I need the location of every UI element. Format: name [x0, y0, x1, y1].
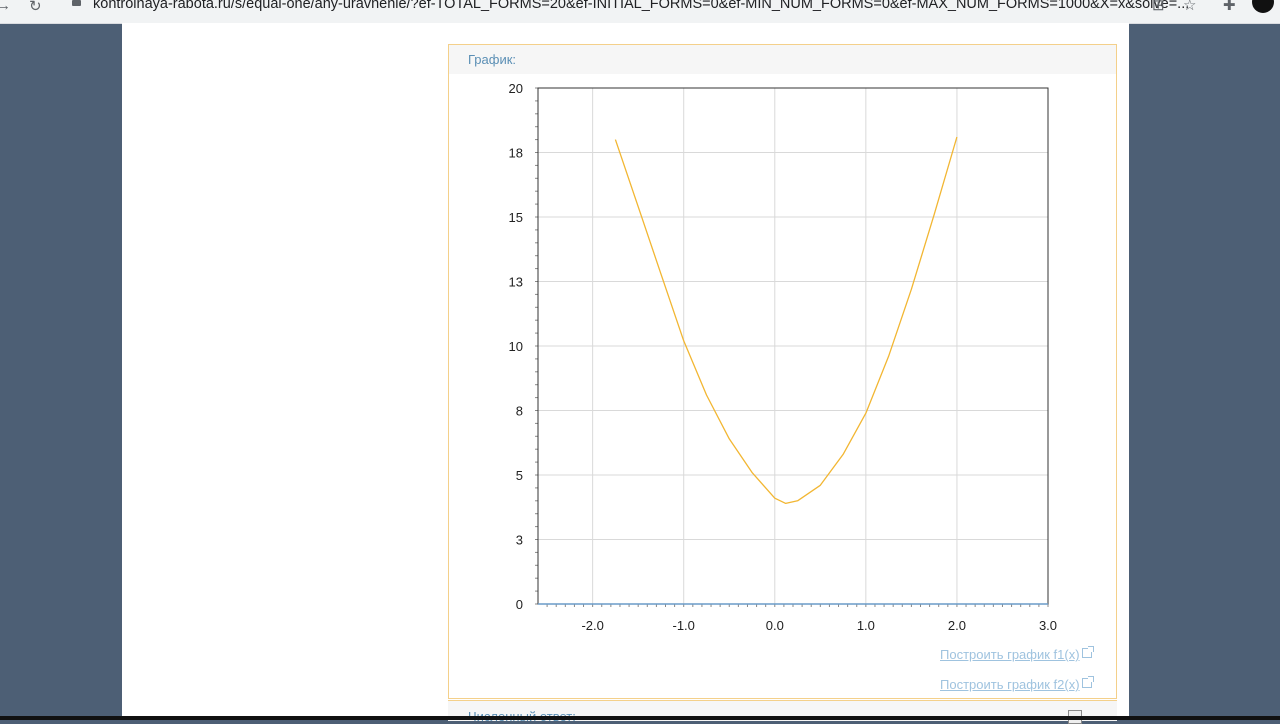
y-tick-label: 10: [509, 339, 523, 354]
taskbar-edge: [0, 716, 1280, 720]
plot-f2-link-label: Построить график f2(x): [940, 677, 1080, 692]
plot-f1-link[interactable]: Построить график f1(x): [940, 646, 1094, 662]
y-tick-label: 8: [516, 404, 523, 419]
x-tick-label: 2.0: [948, 618, 966, 633]
profile-avatar[interactable]: [1252, 0, 1274, 13]
extensions-puzzle-icon[interactable]: ✚: [1223, 0, 1236, 14]
graph-card-header: График:: [449, 45, 1116, 74]
y-tick-label: 20: [509, 81, 523, 96]
lock-icon[interactable]: [72, 0, 81, 6]
function-curve: [614, 136, 958, 505]
plot-area: -2.0 -1.0 0.0 1.0 2.0 3.0 0 3 5 8 10 13 15 18 20: [449, 74, 1116, 659]
graph-card: График: -2.0 -1.0 0.0 1.0 2.0 3.0 0 3 5 8 10 13 15 18…: [448, 44, 1117, 699]
external-link-icon: [1081, 646, 1094, 658]
function-plot: -2.0 -1.0 0.0 1.0 2.0 3.0 0 3 5 8 10 13 15 18 20: [509, 81, 1058, 633]
plot-f2-link[interactable]: Построить график f2(x): [940, 676, 1094, 692]
y-tick-label: 18: [509, 146, 523, 161]
y-tick-label: 3: [516, 533, 523, 548]
forward-icon[interactable]: →: [0, 0, 11, 14]
plot-f1-link-label: Построить график f1(x): [940, 647, 1080, 662]
address-bar[interactable]: kontrolnaya-rabota.ru/s/equal-one/any-ur…: [93, 0, 1189, 12]
x-tick-label: 3.0: [1039, 618, 1057, 633]
browser-toolbar: → ↻ kontrolnaya-rabota.ru/s/equal-one/an…: [0, 0, 1280, 24]
x-tick-label: 0.0: [766, 618, 784, 633]
y-tick-label: 5: [516, 468, 523, 483]
graph-title: График:: [468, 52, 517, 67]
y-tick-label: 13: [509, 275, 523, 290]
bookmark-star-icon[interactable]: ☆: [1183, 0, 1196, 14]
y-tick-label: 15: [509, 210, 523, 225]
y-tick-label: 0: [516, 597, 523, 612]
external-link-icon: [1081, 676, 1094, 688]
x-tick-label: 1.0: [857, 618, 875, 633]
translate-icon[interactable]: ⊞: [1152, 0, 1165, 14]
x-tick-label: -2.0: [581, 618, 603, 633]
x-tick-label: -1.0: [673, 618, 695, 633]
reload-icon[interactable]: ↻: [29, 0, 42, 15]
